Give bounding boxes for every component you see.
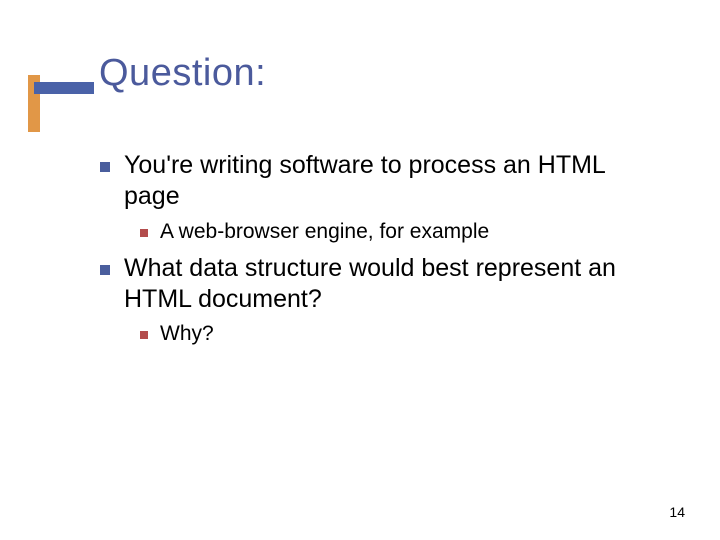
slide: Question: You're writing software to pro… — [0, 0, 720, 540]
slide-content: You're writing software to process an HT… — [100, 150, 660, 356]
bullet-marker-icon — [100, 265, 110, 275]
sub-bullet-text: Why? — [160, 321, 214, 347]
bullet-text: What data structure would best represent… — [124, 253, 660, 316]
page-number: 14 — [669, 504, 685, 520]
slide-title: Question: — [99, 52, 266, 95]
sub-bullet-marker-icon — [140, 229, 148, 237]
bullet-text: You're writing software to process an HT… — [124, 150, 660, 213]
bullet-marker-icon — [100, 162, 110, 172]
sub-bullet-item: A web-browser engine, for example — [140, 219, 660, 245]
blue-block — [34, 82, 94, 94]
sub-bullet-text: A web-browser engine, for example — [160, 219, 489, 245]
title-decoration — [28, 75, 88, 132]
bullet-item: What data structure would best represent… — [100, 253, 660, 316]
sub-bullet-item: Why? — [140, 321, 660, 347]
bullet-item: You're writing software to process an HT… — [100, 150, 660, 213]
sub-bullet-marker-icon — [140, 331, 148, 339]
